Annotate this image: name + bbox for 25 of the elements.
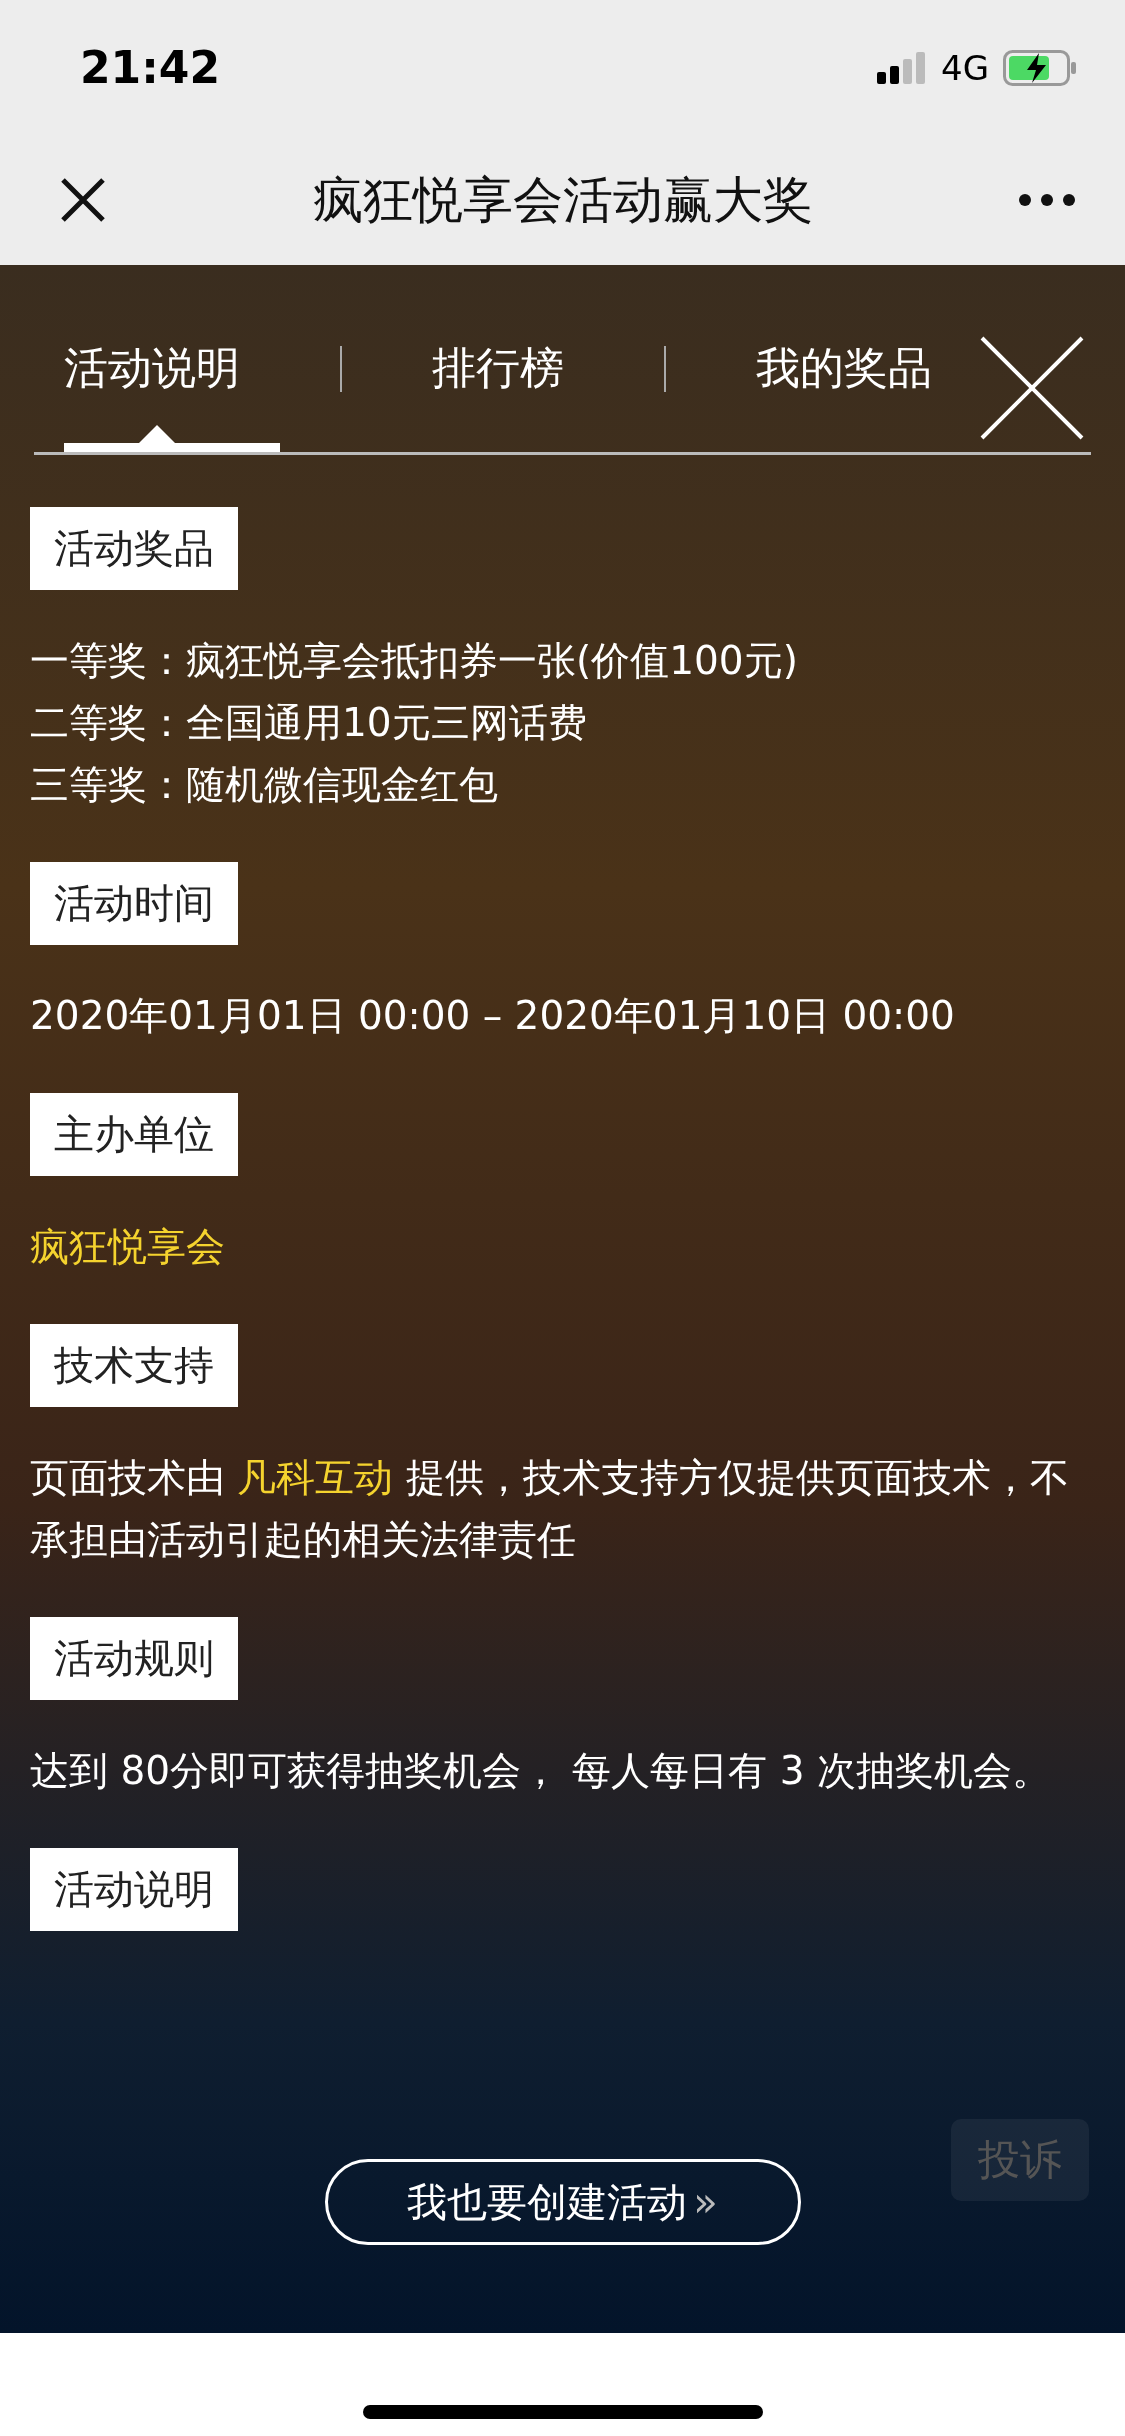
network-label: 4G <box>941 47 989 88</box>
provider-link[interactable]: 凡科互动 <box>237 1455 394 1500</box>
signal-icon <box>877 51 927 84</box>
battery-charging-icon <box>1003 49 1077 86</box>
tab[interactable]: 我的奖品 <box>726 285 972 452</box>
info-text: 一等奖：疯狂悦享会抵扣券一张(价值100元) <box>30 637 799 685</box>
info-text: 二等奖：全国通用10元三网话费 <box>30 699 588 747</box>
info-text: 达到 80分即可获得抽奖机会， 每人每日有 3 次抽奖机会。 <box>30 1747 1053 1795</box>
tab[interactable]: 排行榜 <box>402 285 604 452</box>
section-heading: 活动说明 <box>30 1848 238 1931</box>
section-heading: 活动规则 <box>30 1617 238 1700</box>
section-heading: 主办单位 <box>30 1093 238 1176</box>
section-heading: 活动时间 <box>30 862 238 945</box>
section-heading: 技术支持 <box>30 1324 238 1407</box>
more-icon[interactable] <box>1019 194 1075 206</box>
organizer-text: 疯狂悦享会 <box>30 1223 226 1271</box>
close-icon[interactable] <box>60 177 106 223</box>
create-activity-button[interactable]: 我也要创建活动» <box>324 2159 801 2245</box>
info-text: 2020年01月01日 00:00 – 2020年01月10日 00:00 <box>30 992 956 1040</box>
tab[interactable]: 活动说明 <box>34 285 280 452</box>
section-heading: 活动奖品 <box>30 507 238 590</box>
page-title: 疯狂悦享会活动赢大奖 <box>312 169 813 231</box>
status-time: 21:42 <box>80 42 221 93</box>
info-text: 三等奖：随机微信现金红包 <box>30 761 499 809</box>
info-text: 页面技术由 凡科互动 提供，技术支持方仅提供页面技术，不承担由活动引起的相关法律责任 <box>30 1454 1070 1564</box>
